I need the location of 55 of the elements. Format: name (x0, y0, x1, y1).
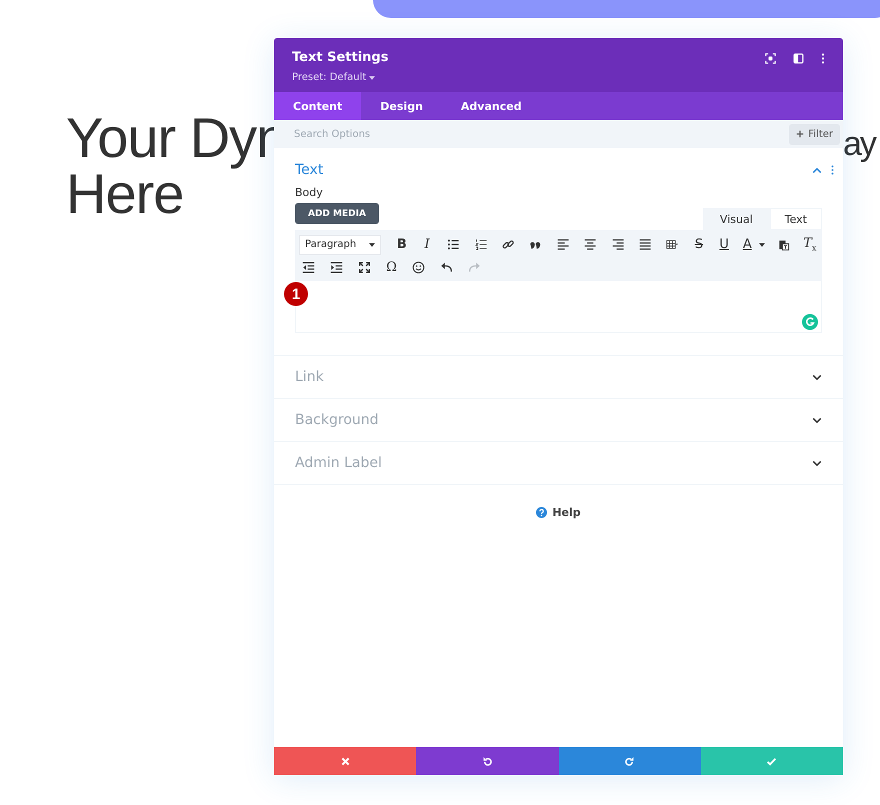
help-link[interactable]: Help (530, 505, 587, 520)
search-field[interactable]: Search Options (292, 128, 596, 140)
emoji-icon[interactable] (412, 261, 425, 274)
tab[interactable]: Content (274, 92, 362, 120)
undo-icon (482, 756, 493, 766)
check-icon (766, 756, 778, 766)
more-icon[interactable] (831, 165, 834, 175)
justify-icon[interactable] (639, 238, 652, 251)
text-color-button[interactable]: A (741, 237, 754, 252)
undo-icon[interactable] (440, 261, 453, 274)
field-label: Body (295, 186, 324, 199)
outdent-icon[interactable] (302, 261, 315, 274)
redo-icon (624, 756, 636, 766)
modal-title: Text Settings (292, 50, 388, 65)
chevron-up-icon[interactable] (812, 166, 822, 174)
toolbar-button[interactable]: I (418, 237, 436, 252)
focus-icon[interactable] (765, 52, 776, 64)
editor-tab[interactable]: Visual (702, 208, 770, 230)
table-icon[interactable] (666, 238, 679, 251)
step-marker: 1 (284, 282, 308, 306)
toolbar-button[interactable]: T$_{x}$ (802, 236, 818, 253)
tab[interactable]: Advanced (442, 92, 541, 120)
caret-icon[interactable] (759, 242, 766, 246)
help-icon (536, 507, 548, 518)
plus-icon (796, 130, 804, 138)
preset-dropdown[interactable]: Preset: Default (292, 72, 376, 83)
split-view-icon[interactable] (793, 52, 804, 64)
toolbar-button[interactable]: U (716, 237, 732, 252)
numbered-list-icon[interactable] (474, 238, 487, 251)
caret-icon (368, 242, 375, 246)
link-icon[interactable] (502, 238, 514, 251)
chevron-down-icon[interactable] (812, 374, 822, 380)
toolbar-button[interactable]: Ω (383, 260, 400, 275)
format-dropdown[interactable]: Paragraph (299, 234, 381, 254)
align-center-icon[interactable] (584, 238, 597, 251)
editor-tab[interactable]: Text (770, 208, 822, 230)
bullet-list-icon[interactable] (447, 238, 460, 251)
fullscreen-icon[interactable] (358, 261, 371, 274)
add-media-button[interactable]: ADD MEDIA (295, 203, 379, 224)
toolbar-button[interactable]: B (394, 237, 410, 252)
filter-button[interactable]: Filter (789, 124, 840, 144)
chevron-down-icon[interactable] (812, 460, 822, 466)
align-right-icon[interactable] (612, 238, 624, 251)
close-icon (340, 756, 351, 766)
toolbar-button[interactable]: S (690, 237, 708, 252)
section-title[interactable]: Text (295, 162, 324, 178)
align-left-icon[interactable] (556, 238, 570, 251)
page-heading: ay (843, 124, 875, 165)
paste-text-icon[interactable] (777, 238, 790, 251)
more-icon[interactable] (821, 52, 825, 64)
page-heading: Here (66, 166, 184, 222)
tab[interactable]: Design (361, 92, 442, 120)
indent-icon[interactable] (330, 261, 343, 274)
chevron-down-icon[interactable] (812, 416, 822, 424)
caret-icon (369, 76, 376, 80)
